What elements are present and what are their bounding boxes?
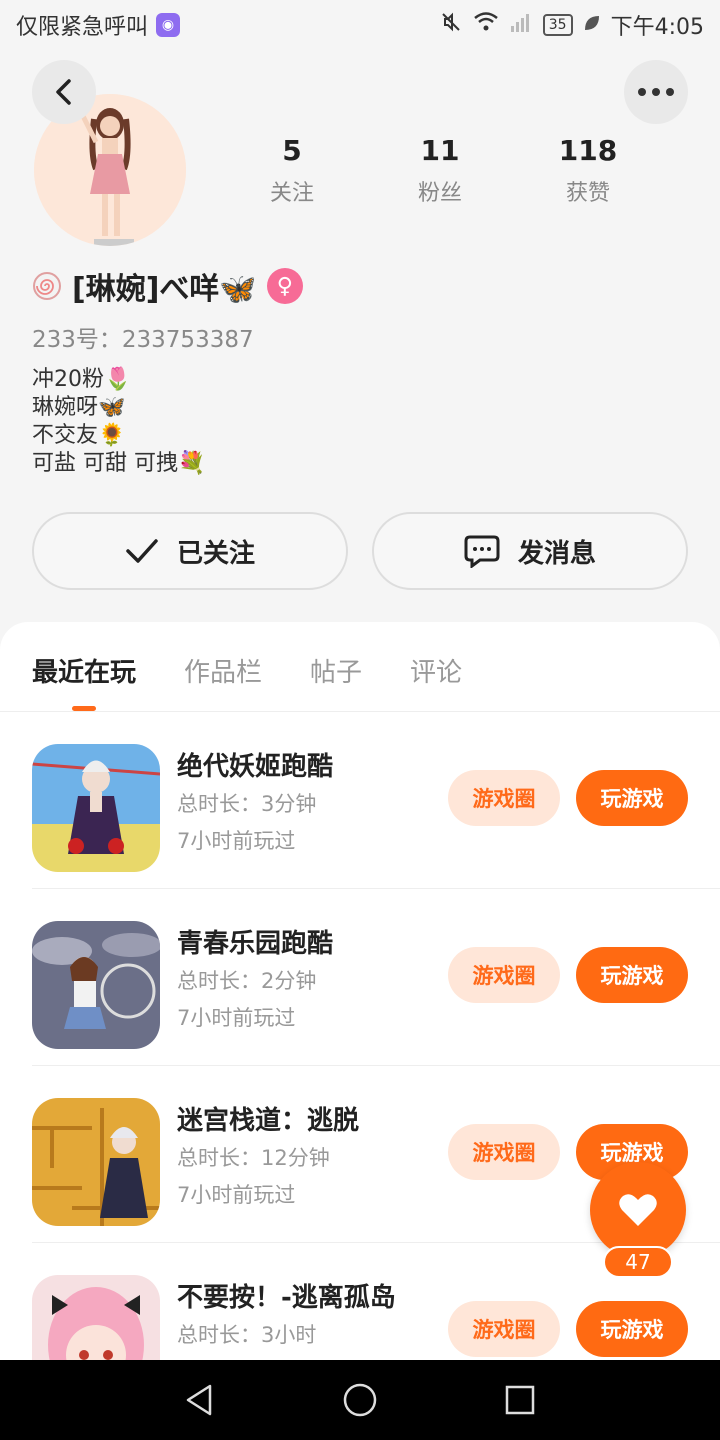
like-button[interactable] — [590, 1162, 686, 1258]
bio-line: 可盐 可甜 可拽💐 — [32, 451, 206, 476]
battery-icon: 35 — [542, 14, 573, 36]
tab-works[interactable]: 作品栏 — [184, 622, 262, 711]
stat-following[interactable]: 5 关注 — [232, 134, 352, 207]
game-circle-button[interactable]: 游戏圈 — [448, 1124, 560, 1180]
app-notification-icon: ◉ — [156, 13, 181, 37]
nickname: [琳婉]べ咩🦋 — [72, 272, 257, 307]
game-title: 不要按！-逃离孤岛 — [177, 1283, 396, 1313]
home-circle-icon[interactable] — [342, 1382, 378, 1418]
send-message-label: 发消息 — [517, 538, 596, 569]
game-thumbnail[interactable] — [32, 1098, 160, 1226]
back-triangle-icon[interactable] — [182, 1382, 218, 1418]
chevron-left-icon — [56, 79, 71, 105]
game-circle-button[interactable]: 游戏圈 — [448, 947, 560, 1003]
more-dots-icon — [638, 88, 674, 96]
heart-icon — [619, 1194, 657, 1226]
game-thumbnail[interactable] — [32, 744, 160, 872]
game-title: 绝代妖姬跑酷 — [177, 752, 334, 782]
send-message-button[interactable]: 发消息 — [372, 512, 688, 590]
bio: 冲20粉🌷 琳婉呀🦋 不交友🌻 可盐 可甜 可拽💐 — [32, 366, 205, 478]
game-duration: 总时长：3小时 — [177, 1323, 317, 1347]
more-button[interactable] — [624, 60, 688, 124]
system-nav-bar — [0, 1360, 720, 1440]
action-buttons: 已关注 发消息 — [32, 512, 688, 590]
tab-recently-played[interactable]: 最近在玩 — [32, 622, 136, 711]
followed-label: 已关注 — [176, 538, 255, 569]
status-time: 下午4:05 — [610, 15, 704, 40]
status-right: 35 下午4:05 — [439, 9, 704, 41]
game-duration: 总时长：2分钟 — [177, 969, 317, 993]
game-duration: 总时长：12分钟 — [177, 1146, 330, 1170]
game-list-item[interactable]: 青春乐园跑酷 总时长：2分钟 7小时前玩过 游戏圈 玩游戏 — [32, 889, 720, 1066]
profile-stats: 5 关注 11 粉丝 118 获赞 — [218, 134, 662, 207]
status-bar: 仅限紧急呼叫 ◉ 35 下午4:05 — [0, 0, 720, 50]
chat-bubble-icon — [464, 535, 500, 568]
female-icon: ♀ — [266, 268, 303, 304]
network-status-text: 仅限紧急呼叫 — [16, 15, 149, 40]
wifi-icon — [473, 11, 499, 39]
game-last-played: 7小时前玩过 — [177, 829, 296, 853]
like-count: 47 — [603, 1246, 673, 1278]
bio-line: 冲20粉🌷 — [32, 367, 132, 392]
tab-posts[interactable]: 帖子 — [310, 622, 362, 711]
stat-likes[interactable]: 118 获赞 — [528, 134, 648, 207]
profile-tabs: 最近在玩 作品栏 帖子 评论 — [0, 622, 720, 712]
status-left: 仅限紧急呼叫 ◉ — [16, 9, 181, 41]
stat-fans[interactable]: 11 粉丝 — [380, 134, 500, 207]
play-game-button[interactable]: 玩游戏 — [576, 770, 688, 826]
game-last-played: 7小时前玩过 — [177, 1183, 296, 1207]
stat-label: 关注 — [269, 181, 314, 206]
lollipop-icon — [33, 272, 61, 300]
game-title: 迷宫栈道：逃脱 — [177, 1106, 360, 1136]
play-game-button[interactable]: 玩游戏 — [576, 947, 688, 1003]
game-thumbnail[interactable] — [32, 1275, 160, 1360]
game-title: 青春乐园跑酷 — [177, 929, 334, 959]
back-button[interactable] — [32, 60, 96, 124]
stat-label: 粉丝 — [417, 181, 462, 206]
nickname-row: [琳婉]べ咩🦋 ♀ — [32, 264, 303, 308]
recents-square-icon[interactable] — [502, 1382, 538, 1418]
stat-value: 118 — [558, 134, 618, 167]
stat-value: 5 — [282, 134, 302, 167]
game-list-item[interactable]: 绝代妖姬跑酷 总时长：3分钟 7小时前玩过 游戏圈 玩游戏 — [32, 712, 720, 889]
game-thumbnail[interactable] — [32, 921, 160, 1049]
game-last-played: 7小时前玩过 — [177, 1006, 296, 1030]
tab-comments[interactable]: 评论 — [410, 622, 462, 711]
game-circle-button[interactable]: 游戏圈 — [448, 770, 560, 826]
signal-icon — [509, 11, 533, 39]
leaf-icon — [583, 13, 601, 38]
stat-value: 11 — [420, 134, 460, 167]
mute-icon — [439, 10, 463, 40]
game-circle-button[interactable]: 游戏圈 — [448, 1301, 560, 1357]
play-game-button[interactable]: 玩游戏 — [576, 1301, 688, 1357]
bio-line: 琳婉呀🦋 — [32, 395, 126, 420]
stat-label: 获赞 — [565, 181, 610, 206]
user-id: 233号：233753387 — [32, 327, 254, 353]
check-icon — [126, 539, 158, 563]
bio-line: 不交友🌻 — [32, 423, 126, 448]
followed-button[interactable]: 已关注 — [32, 512, 348, 590]
game-duration: 总时长：3分钟 — [177, 792, 317, 816]
